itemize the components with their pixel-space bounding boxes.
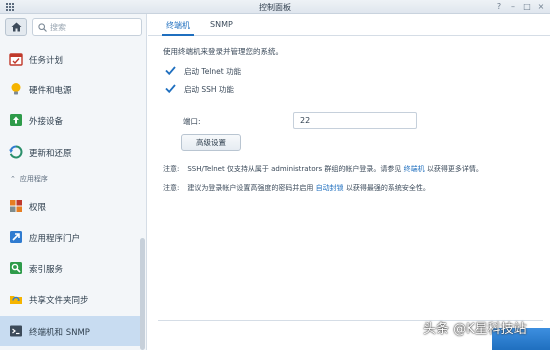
sidebar-item-label: 共享文件夹同步 [29, 296, 89, 306]
search-icon [38, 23, 47, 32]
sidebar-scrollbar[interactable] [140, 238, 145, 350]
app-portal-icon [10, 231, 22, 243]
note-label: 注意: [163, 165, 180, 173]
port-label: 端口: [183, 117, 201, 126]
shared-folder-sync-icon [10, 296, 22, 304]
terminal-icon [10, 325, 22, 337]
chevron-up-icon: ⌃ [10, 175, 16, 183]
sidebar-item-terminal-snmp[interactable]: 终端机和 SNMP [0, 316, 140, 346]
sidebar-item-shared-folder-sync[interactable]: 共享文件夹同步 [0, 285, 140, 313]
task-schedule-icon [9, 53, 23, 66]
sidebar-item-privileges[interactable]: 权限 [0, 192, 140, 220]
sidebar-item-update-restore[interactable]: 更新和还原 [0, 138, 140, 166]
minimize-icon[interactable]: – [508, 2, 518, 12]
sidebar-item-indexing-service[interactable]: 索引服务 [0, 254, 140, 282]
sidebar-item-label: 索引服务 [29, 265, 64, 275]
active-tab-indicator [162, 34, 194, 36]
ssh-checkbox[interactable] [165, 83, 176, 94]
section-label: 应用程序 [19, 175, 48, 183]
sidebar-item-label: 硬件和电源 [29, 86, 72, 96]
close-icon[interactable]: × [536, 2, 546, 12]
sidebar-item-label: 任务计划 [29, 56, 64, 66]
search-box[interactable] [32, 18, 142, 36]
lightbulb-icon [11, 83, 21, 95]
maximize-icon[interactable]: □ [522, 2, 532, 12]
note-text-end: 以获得最强的系统安全性。 [345, 184, 430, 192]
note-label: 注意: [163, 184, 180, 192]
auto-block-link[interactable]: 自动封锁 [316, 184, 344, 192]
note-text-end: 以获得更多详情。 [426, 165, 483, 173]
sidebar: 任务计划 硬件和电源 外接设备 更新和还原 ⌃应用程序 [0, 14, 147, 350]
window-controls: ? – □ × [494, 2, 546, 12]
tab-snmp[interactable]: SNMP [210, 20, 233, 29]
advanced-settings-button[interactable]: 高级设置 [181, 134, 241, 151]
sidebar-item-external-devices[interactable]: 外接设备 [0, 106, 140, 134]
window-title: 控制面板 [259, 3, 291, 12]
description-text: 使用终端机来登录并管理您的系统。 [163, 47, 283, 56]
sidebar-item-label: 更新和还原 [29, 149, 72, 159]
note-ssh-telnet: 注意: SSH/Telnet 仅支持从属于 administrators 群组的帐… [163, 164, 483, 174]
privileges-icon [10, 200, 22, 212]
terminal-help-link[interactable]: 终端机 [404, 165, 425, 173]
sidebar-item-label: 权限 [29, 203, 47, 213]
sidebar-item-application-portal[interactable]: 应用程序门户 [0, 223, 140, 251]
help-icon[interactable]: ? [494, 2, 504, 12]
sidebar-top [0, 14, 147, 40]
watermark-text: 头条 @K星科技站 [423, 322, 527, 337]
note-password: 注意: 建议为登录帐户设置高强度的密码并启用 自动封锁 以获得最强的系统安全性。 [163, 183, 430, 193]
title-bar: 控制面板 ? – □ × [0, 0, 550, 14]
telnet-checkbox[interactable] [165, 65, 176, 76]
indexing-icon [10, 262, 22, 274]
port-input[interactable] [293, 112, 417, 129]
sidebar-item-hardware-power[interactable]: 硬件和电源 [0, 75, 140, 103]
home-button[interactable] [5, 18, 27, 36]
sidebar-item-label: 终端机和 SNMP [29, 328, 90, 338]
ssh-label: 启动 SSH 功能 [184, 85, 234, 94]
section-header-applications[interactable]: ⌃ 应用程序 [10, 174, 48, 184]
sidebar-item-task-scheduler[interactable]: 任务计划 [0, 45, 140, 73]
search-input[interactable] [50, 21, 138, 33]
note-text: 建议为登录帐户设置高强度的密码并启用 [187, 184, 314, 192]
tab-terminal[interactable]: 终端机 [166, 20, 190, 31]
tab-bar: 终端机 SNMP [148, 14, 550, 36]
main-panel: 终端机 SNMP 使用终端机来登录并管理您的系统。 启动 Telnet 功能 启… [148, 14, 550, 350]
telnet-label: 启动 Telnet 功能 [184, 67, 242, 76]
update-restore-icon [9, 145, 23, 159]
external-device-icon [10, 114, 22, 126]
note-text: SSH/Telnet 仅支持从属于 administrators 群组的帐户登录… [187, 165, 402, 173]
home-icon [11, 22, 22, 32]
sidebar-item-label: 应用程序门户 [29, 234, 81, 244]
sidebar-item-label: 外接设备 [29, 117, 64, 127]
